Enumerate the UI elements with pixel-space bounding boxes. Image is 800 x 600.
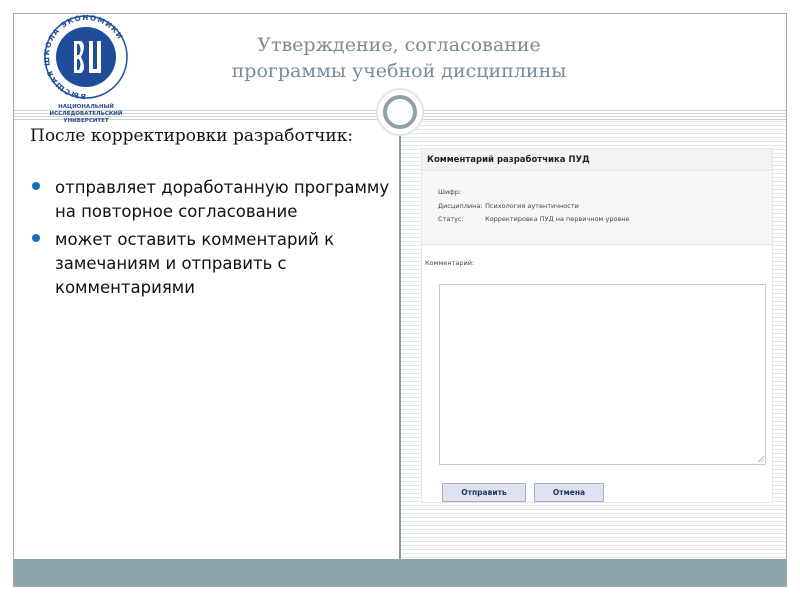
bullet-text: отправляет доработанную программу на пов… bbox=[55, 178, 390, 221]
logo-caption-line2: УНИВЕРСИТЕТ bbox=[63, 118, 109, 124]
logo-caption: НАЦИОНАЛЬНЫЙ ИССЛЕДОВАТЕЛЬСКИЙ УНИВЕРСИТ… bbox=[24, 104, 148, 125]
footer-bar bbox=[14, 559, 786, 586]
comment-input[interactable] bbox=[439, 284, 766, 465]
hse-emblem-icon: ВЫСШАЯ ШКОЛА ЭКОНОМИКИ bbox=[42, 14, 128, 101]
bullet-text: может оставить комментарий к замечаниям … bbox=[55, 230, 335, 297]
info-box: Шифр: Дисциплина: Психология аутентичнос… bbox=[422, 172, 772, 245]
bullet-list: отправляет доработанную программу на пов… bbox=[30, 176, 390, 304]
bullet-icon bbox=[32, 234, 40, 242]
status-value: Корректировка ПУД на первичном уровне bbox=[485, 215, 630, 223]
discipline-value: Психология аутентичности bbox=[485, 202, 579, 210]
logo-caption-line1: НАЦИОНАЛЬНЫЙ ИССЛЕДОВАТЕЛЬСКИЙ bbox=[49, 104, 123, 117]
cancel-button[interactable]: Отмена bbox=[534, 483, 604, 502]
title-line1: Утверждение, согласование bbox=[257, 34, 541, 56]
list-item: отправляет доработанную программу на пов… bbox=[30, 176, 390, 224]
form-title: Комментарий разработчика ПУД bbox=[427, 155, 590, 165]
page-title: Утверждение, согласование программы учеб… bbox=[164, 32, 634, 84]
title-line2: программы учебной дисциплины bbox=[231, 60, 567, 82]
hse-logo: ВЫСШАЯ ШКОЛА ЭКОНОМИКИ НАЦИОНАЛЬНЫЙ ИССЛ… bbox=[24, 14, 148, 124]
comment-form: Комментарий разработчика ПУД Шифр: Дисци… bbox=[421, 148, 773, 503]
discipline-label: Дисциплина: bbox=[438, 202, 483, 210]
code-label: Шифр: bbox=[438, 188, 462, 196]
send-button[interactable]: Отправить bbox=[442, 483, 526, 502]
resize-handle-icon[interactable] bbox=[757, 455, 764, 462]
info-row-discipline: Дисциплина: Психология аутентичности bbox=[438, 202, 579, 210]
center-divider bbox=[399, 111, 401, 559]
slide: ВЫСШАЯ ШКОЛА ЭКОНОМИКИ НАЦИОНАЛЬНЫЙ ИССЛ… bbox=[13, 13, 787, 587]
list-item: может оставить комментарий к замечаниям … bbox=[30, 228, 390, 300]
bullet-icon bbox=[32, 182, 40, 190]
info-row-code: Шифр: bbox=[438, 188, 485, 196]
status-label: Статус: bbox=[438, 215, 464, 223]
form-header: Комментарий разработчика ПУД bbox=[422, 149, 772, 171]
comment-label: Комментарий: bbox=[425, 259, 475, 267]
intro-text: После корректировки разработчик: bbox=[30, 126, 354, 146]
info-row-status: Статус: Корректировка ПУД на первичном у… bbox=[438, 215, 630, 223]
